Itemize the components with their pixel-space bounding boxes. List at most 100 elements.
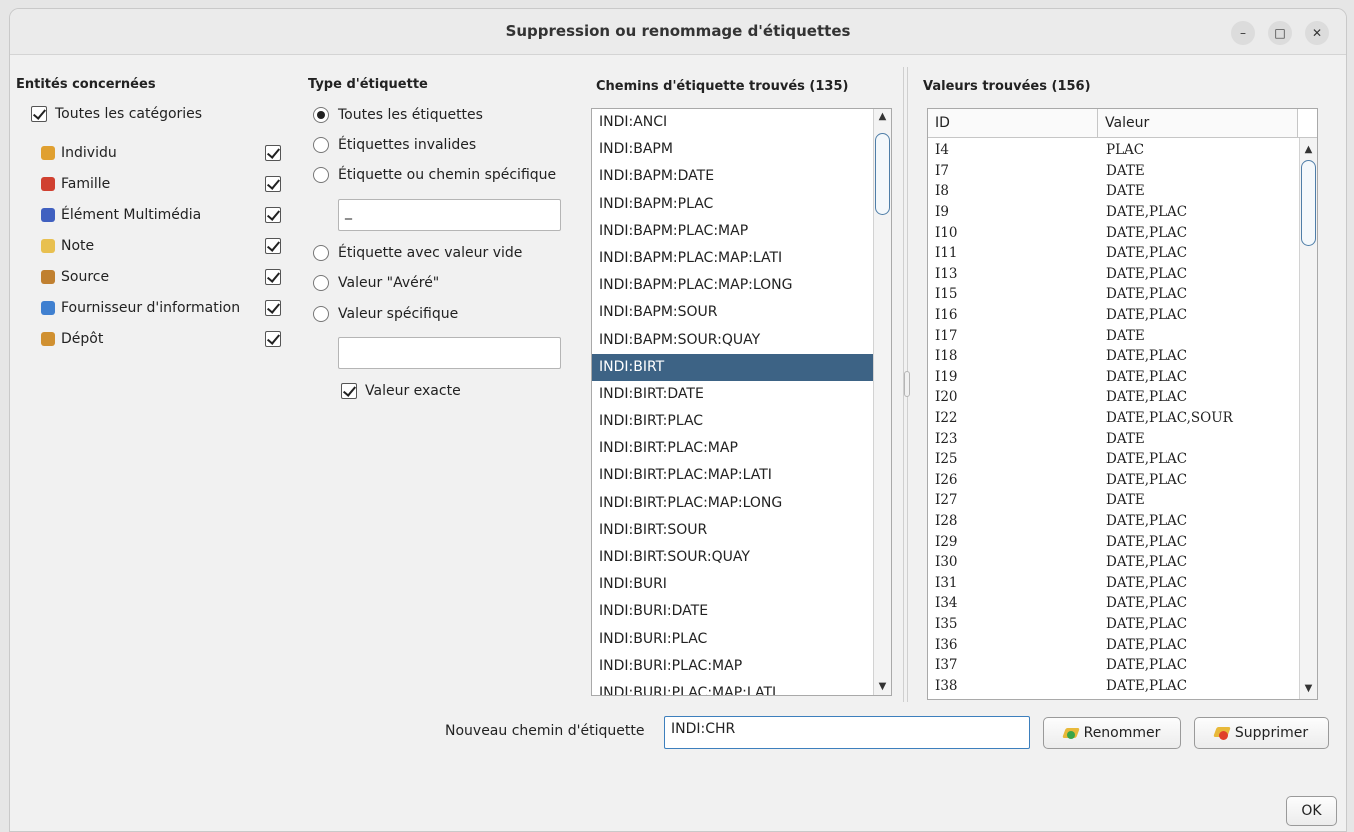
table-row[interactable]: I9 DATE,PLAC [928,202,1298,223]
path-list-item[interactable]: INDI:BIRT:DATE [592,381,891,408]
column-header-id[interactable]: ID [928,109,1098,137]
delete-button[interactable]: Supprimer [1194,717,1329,749]
path-list-item[interactable]: INDI:BAPM:PLAC:MAP:LATI [592,245,891,272]
table-row[interactable]: I11 DATE,PLAC [928,243,1298,264]
entity-checkbox[interactable] [265,269,281,285]
table-row[interactable]: I25 DATE,PLAC [928,449,1298,470]
table-row[interactable]: I27 DATE [928,490,1298,511]
entity-checkbox[interactable] [265,300,281,316]
table-row[interactable]: I23 DATE [928,428,1298,449]
radio-empty-value[interactable]: Étiquette avec valeur vide [313,245,522,261]
table-row[interactable]: I34 DATE,PLAC [928,593,1298,614]
path-list-item[interactable]: INDI:BIRT:PLAC [592,408,891,435]
entity-checkbox[interactable] [265,145,281,161]
table-row[interactable]: I29 DATE,PLAC [928,531,1298,552]
entity-checkbox[interactable] [265,238,281,254]
table-row[interactable]: I7 DATE [928,161,1298,182]
rename-button[interactable]: Renommer [1043,717,1181,749]
entity-checkbox[interactable] [265,207,281,223]
table-row[interactable]: I17 DATE [928,325,1298,346]
entity-row[interactable]: Dépôt [41,331,281,347]
paths-scrollbar[interactable]: ▲ ▼ [873,109,891,695]
radio-all-tags-dot[interactable] [313,107,329,123]
radio-specific-tag-dot[interactable] [313,167,329,183]
table-row[interactable]: I16 DATE,PLAC [928,305,1298,326]
values-scrollbar[interactable]: ▲ ▼ [1299,138,1317,699]
minimize-button[interactable]: – [1231,21,1255,45]
path-list-item[interactable]: INDI:BIRT:SOUR:QUAY [592,544,891,571]
path-list-item[interactable]: INDI:BAPM:SOUR:QUAY [592,327,891,354]
path-list-item[interactable]: INDI:BAPM [592,136,891,163]
path-list-item[interactable]: INDI:BURI [592,571,891,598]
table-row[interactable]: I26 DATE,PLAC [928,470,1298,491]
specific-tag-input[interactable]: _ [338,199,561,231]
radio-specific-tag[interactable]: Étiquette ou chemin spécifique [313,167,556,183]
path-list-item[interactable]: INDI:BIRT:SOUR [592,517,891,544]
table-row[interactable]: I28 DATE,PLAC [928,511,1298,532]
radio-invalid-tags-dot[interactable] [313,137,329,153]
entity-checkbox[interactable] [265,331,281,347]
path-list-item[interactable]: INDI:BURI:DATE [592,598,891,625]
radio-specific-value[interactable]: Valeur spécifique [313,306,458,322]
table-row[interactable]: I30 DATE,PLAC [928,552,1298,573]
radio-specific-value-dot[interactable] [313,306,329,322]
path-list-item[interactable]: INDI:BURI:PLAC:MAP [592,653,891,680]
path-list-item[interactable]: INDI:BIRT [592,353,891,381]
paths-scroll-down-icon[interactable]: ▼ [874,679,891,695]
exact-value-checkbox[interactable]: Valeur exacte [341,383,461,399]
table-row[interactable]: I4 PLAC [928,140,1298,161]
close-button[interactable]: ✕ [1305,21,1329,45]
path-list-item[interactable]: INDI:BIRT:PLAC:MAP:LONG [592,490,891,517]
all-categories-check[interactable] [31,106,47,122]
entity-checkbox[interactable] [265,176,281,192]
all-categories-checkbox[interactable]: Toutes les catégories [31,106,202,122]
path-list-item[interactable]: INDI:BURI:PLAC:MAP:LATI [592,680,891,695]
entity-row[interactable]: Note [41,238,281,254]
radio-proven-value-dot[interactable] [313,275,329,291]
radio-all-tags[interactable]: Toutes les étiquettes [313,107,483,123]
entity-row[interactable]: Fournisseur d'information [41,300,281,316]
table-row[interactable]: I38 DATE,PLAC [928,675,1298,696]
path-list-item[interactable]: INDI:ANCI [592,109,891,136]
table-row[interactable]: I36 DATE,PLAC [928,634,1298,655]
table-row[interactable]: I20 DATE,PLAC [928,387,1298,408]
column-header-value[interactable]: Valeur [1098,109,1298,137]
specific-value-input[interactable] [338,337,561,369]
table-row[interactable]: I13 DATE,PLAC [928,264,1298,285]
entity-row[interactable]: Source [41,269,281,285]
table-row[interactable]: I8 DATE [928,181,1298,202]
radio-proven-value[interactable]: Valeur "Avéré" [313,275,439,291]
values-scroll-down-icon[interactable]: ▼ [1300,681,1317,697]
table-row[interactable]: I35 DATE,PLAC [928,614,1298,635]
maximize-button[interactable]: □ [1268,21,1292,45]
exact-value-check[interactable] [341,383,357,399]
table-row[interactable]: I37 DATE,PLAC [928,655,1298,676]
entity-row[interactable]: Famille [41,176,281,192]
path-list-item[interactable]: INDI:BAPM:PLAC:MAP [592,218,891,245]
entity-row[interactable]: Individu [41,145,281,161]
entity-row[interactable]: Élément Multimédia [41,207,281,223]
path-list-item[interactable]: INDI:BAPM:SOUR [592,299,891,326]
ok-button[interactable]: OK [1286,796,1337,826]
table-row[interactable]: I10 DATE,PLAC [928,222,1298,243]
radio-invalid-tags[interactable]: Étiquettes invalides [313,137,476,153]
radio-empty-value-dot[interactable] [313,245,329,261]
table-row[interactable]: I22 DATE,PLAC,SOUR [928,408,1298,429]
paths-scroll-up-icon[interactable]: ▲ [874,109,891,125]
table-row[interactable]: I18 DATE,PLAC [928,346,1298,367]
paths-scroll-thumb[interactable] [875,133,890,215]
values-scroll-up-icon[interactable]: ▲ [1300,142,1317,158]
table-row[interactable]: I15 DATE,PLAC [928,284,1298,305]
path-list-item[interactable]: INDI:BAPM:DATE [592,163,891,190]
values-table[interactable]: ID Valeur I4 PLAC I7 DATE I8 DATE I9 DATE,PLAC I… [927,108,1318,700]
new-path-input[interactable]: INDI:CHR [664,716,1030,749]
table-row[interactable]: I19 DATE,PLAC [928,367,1298,388]
values-scroll-thumb[interactable] [1301,160,1316,246]
path-list-item[interactable]: INDI:BIRT:PLAC:MAP [592,435,891,462]
paths-list[interactable]: INDI:ANCI INDI:BAPM INDI:BAPM:DATE INDI:BAP… [591,108,892,696]
path-list-item[interactable]: INDI:BAPM:PLAC [592,191,891,218]
path-list-item[interactable]: INDI:BIRT:PLAC:MAP:LATI [592,462,891,489]
path-list-item[interactable]: INDI:BAPM:PLAC:MAP:LONG [592,272,891,299]
table-row[interactable]: I31 DATE,PLAC [928,572,1298,593]
path-list-item[interactable]: INDI:BURI:PLAC [592,626,891,653]
